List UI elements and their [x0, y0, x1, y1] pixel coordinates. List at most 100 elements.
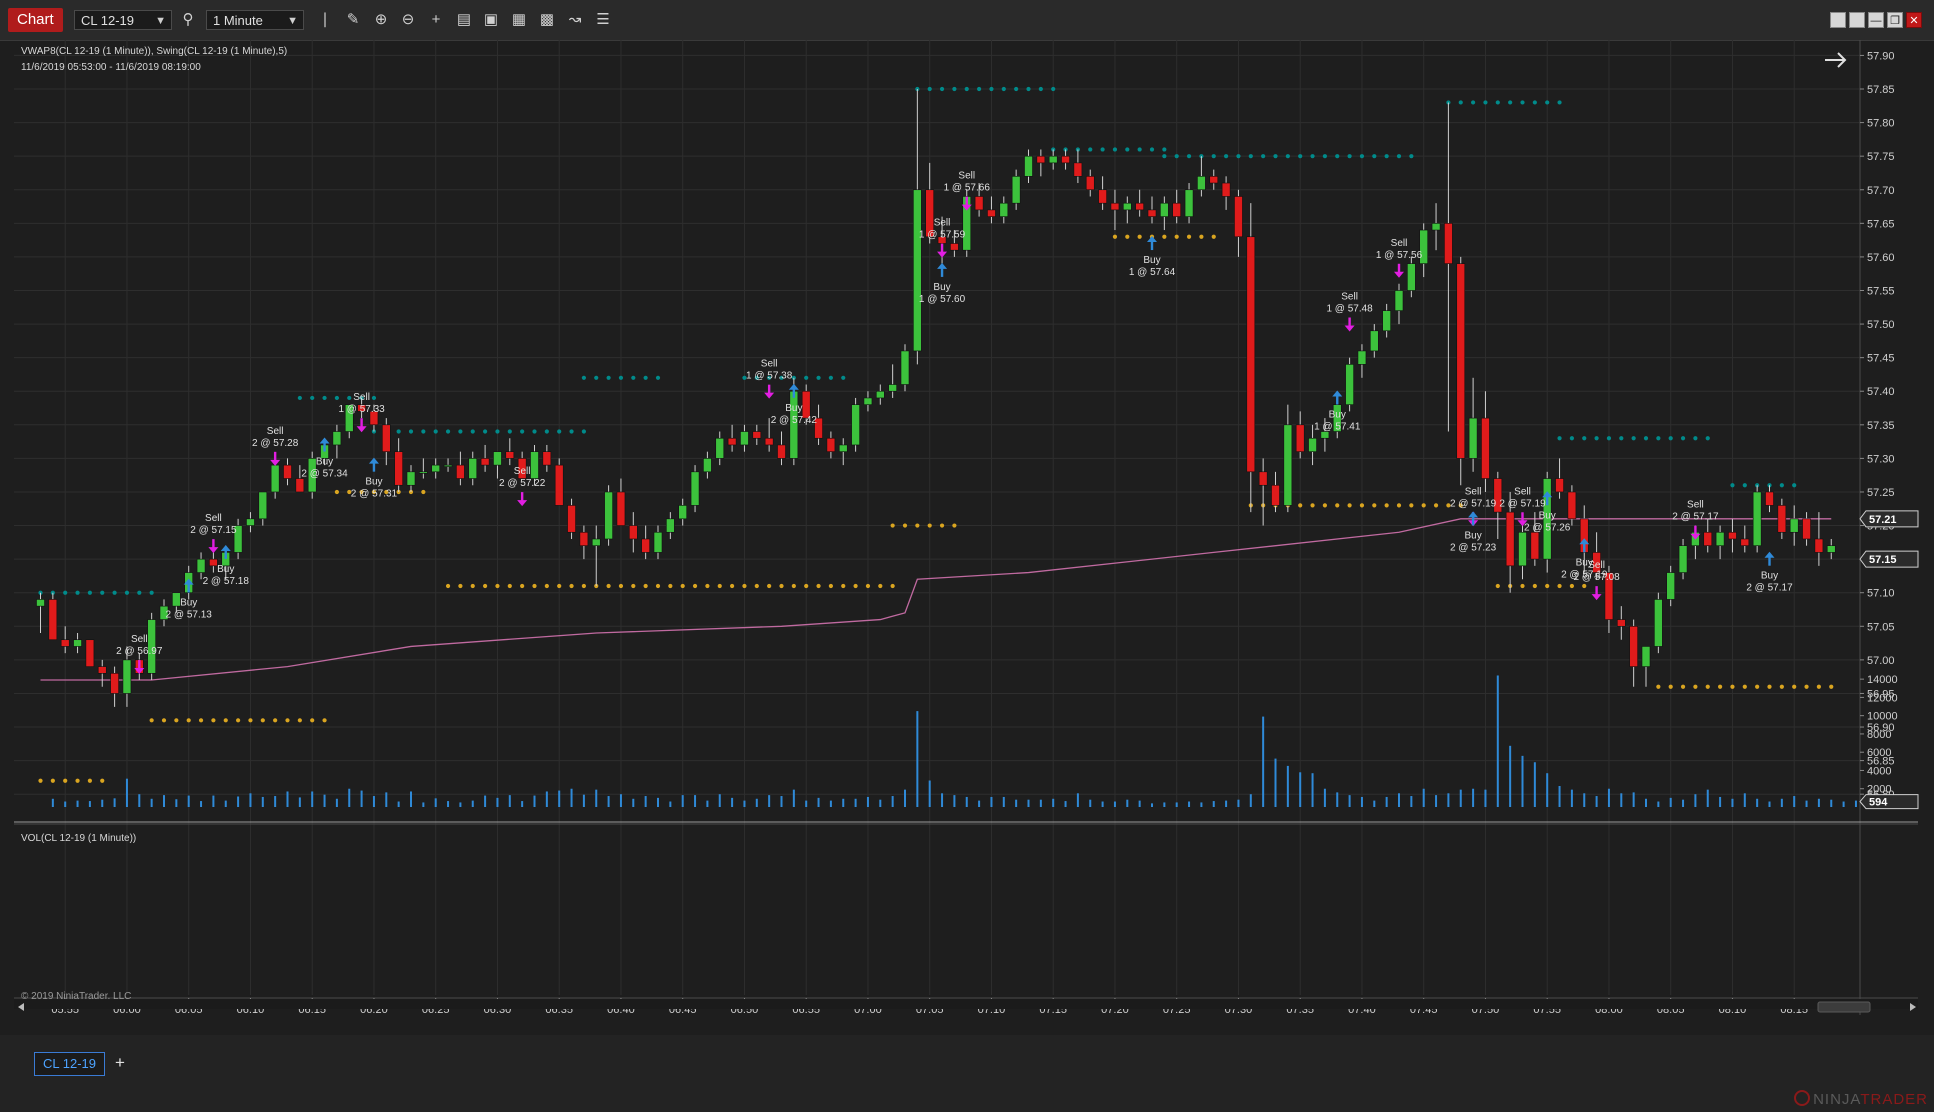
swing-high-dot: [1372, 154, 1377, 159]
volume-bar: [1015, 799, 1018, 807]
swing-low-dot: [1705, 684, 1710, 689]
swing-high-dot: [1347, 154, 1352, 159]
volume-bar: [694, 795, 697, 807]
candle: [1295, 411, 1305, 459]
candle-body: [110, 673, 119, 694]
buy-arrow-head-icon: [1468, 511, 1479, 518]
candle-body: [246, 518, 255, 526]
swing-high-dot: [433, 429, 438, 434]
candle: [1221, 176, 1231, 210]
volume-bar: [1385, 796, 1388, 807]
price-tick-label: 57.65: [1867, 218, 1895, 230]
data-box-icon[interactable]: ▤: [453, 10, 475, 30]
swing-low-dot: [1779, 684, 1784, 689]
tab-cl-12-19[interactable]: CL 12-19: [34, 1052, 105, 1076]
candle-body: [690, 471, 700, 506]
volume-bar: [582, 794, 585, 807]
candle: [1654, 592, 1663, 654]
minimize-icon[interactable]: —: [1868, 12, 1884, 28]
candle-body: [764, 437, 774, 446]
swing-low-dot: [890, 523, 895, 528]
buy-label: Buy: [1576, 557, 1593, 568]
candle-body: [1715, 531, 1725, 547]
candle-body: [1703, 531, 1713, 547]
price-axis[interactable]: 57.90 57.85 57.80 57.75 57.70 57.65 57.60 57.55…: [1859, 50, 1919, 801]
candle: [1752, 485, 1762, 553]
list-icon[interactable]: ☰: [592, 10, 614, 30]
volume-bar: [237, 796, 240, 807]
add-tab-button[interactable]: +: [110, 1052, 130, 1074]
swing-low-dot: [1125, 234, 1130, 239]
volume-bar: [1472, 788, 1475, 807]
volume-bar: [879, 799, 882, 807]
price-tick-label: 57.60: [1867, 252, 1895, 264]
candle: [1826, 538, 1836, 560]
volume-bar: [1262, 716, 1265, 807]
candle-body: [1135, 202, 1144, 211]
swing-low-dot: [544, 583, 549, 589]
instrument-select[interactable]: CL 12-19 ▼: [74, 10, 172, 30]
candle-body: [1295, 424, 1305, 452]
volume-bar: [1360, 796, 1363, 807]
volume-bar: [1805, 800, 1808, 807]
volume-bar: [817, 797, 820, 807]
candle-body: [456, 464, 465, 479]
price-tick-label: 57.10: [1867, 588, 1895, 600]
templates-icon[interactable]: ▣: [480, 10, 502, 30]
crosshair-icon[interactable]: +: [425, 10, 447, 30]
swing-high-dot: [1668, 436, 1673, 441]
buy-label: Buy: [217, 564, 234, 575]
candle-body: [1221, 182, 1231, 197]
search-icon[interactable]: ⚲: [177, 10, 199, 30]
zoom-in-icon[interactable]: ⊕: [370, 10, 392, 30]
candle-body: [505, 451, 515, 459]
chart-area[interactable]: Sell2 @ 56.97Buy2 @ 57.13Sell2 @ 57.15Bu…: [0, 40, 1934, 1035]
indicators-icon[interactable]: ▦: [508, 10, 530, 30]
candle: [97, 659, 107, 687]
volume-bar: [1052, 798, 1055, 807]
volume-bar: [965, 796, 968, 807]
volume-bar: [1348, 795, 1351, 807]
interval-select[interactable]: 1 Minute ▼: [206, 10, 304, 30]
chart-tab[interactable]: Chart: [8, 8, 63, 32]
volume-bar: [953, 795, 956, 807]
volume-bar: [805, 800, 808, 807]
window-tile-icon[interactable]: [1830, 12, 1846, 28]
buy-label: 1 @ 57.64: [1129, 267, 1176, 278]
swing-low-dot: [655, 583, 661, 589]
restore-icon[interactable]: ❐: [1887, 12, 1903, 28]
close-icon[interactable]: ✕: [1906, 12, 1922, 28]
volume-bar: [88, 801, 91, 807]
volume-bar: [434, 798, 437, 807]
swing-high-dot: [1174, 154, 1179, 159]
candle-body: [1197, 176, 1206, 191]
candle: [1740, 525, 1750, 553]
zoom-out-icon[interactable]: ⊖: [397, 10, 419, 30]
candle: [678, 498, 688, 526]
swing-high-dot: [544, 429, 549, 434]
candle-body: [1110, 202, 1120, 211]
swing-low-dot: [1569, 583, 1574, 589]
swing-low-dot: [1804, 684, 1809, 689]
window-tile-alt-icon[interactable]: [1849, 12, 1865, 28]
strategies-icon[interactable]: ↝: [564, 10, 586, 30]
candle-body: [381, 424, 391, 452]
candle: [579, 525, 589, 560]
volume-bar: [1422, 788, 1425, 807]
swing-low-dot: [557, 583, 562, 589]
buy-label: Buy: [933, 282, 950, 293]
properties-icon[interactable]: ▩: [536, 10, 558, 30]
buy-label: Buy: [365, 477, 382, 488]
volume-tick-label: 2000: [1867, 784, 1891, 796]
draw-tool-icon[interactable]: ✎: [342, 10, 364, 30]
sell-label: 1 @ 57.56: [1376, 250, 1423, 261]
swing-high-dot: [507, 429, 512, 434]
swing-low-dot: [1409, 503, 1414, 508]
bar-style-icon[interactable]: ∣: [314, 10, 336, 30]
swing-high-dot: [1582, 436, 1587, 441]
sell-arrow-head-icon: [356, 426, 367, 433]
swing-high-dot: [841, 375, 846, 380]
candle-body: [1505, 511, 1515, 567]
swing-high-dot: [1594, 436, 1599, 441]
volume-axis[interactable]: 14000 12000 10000 8000 6000 4000 2000594: [1859, 674, 1919, 810]
